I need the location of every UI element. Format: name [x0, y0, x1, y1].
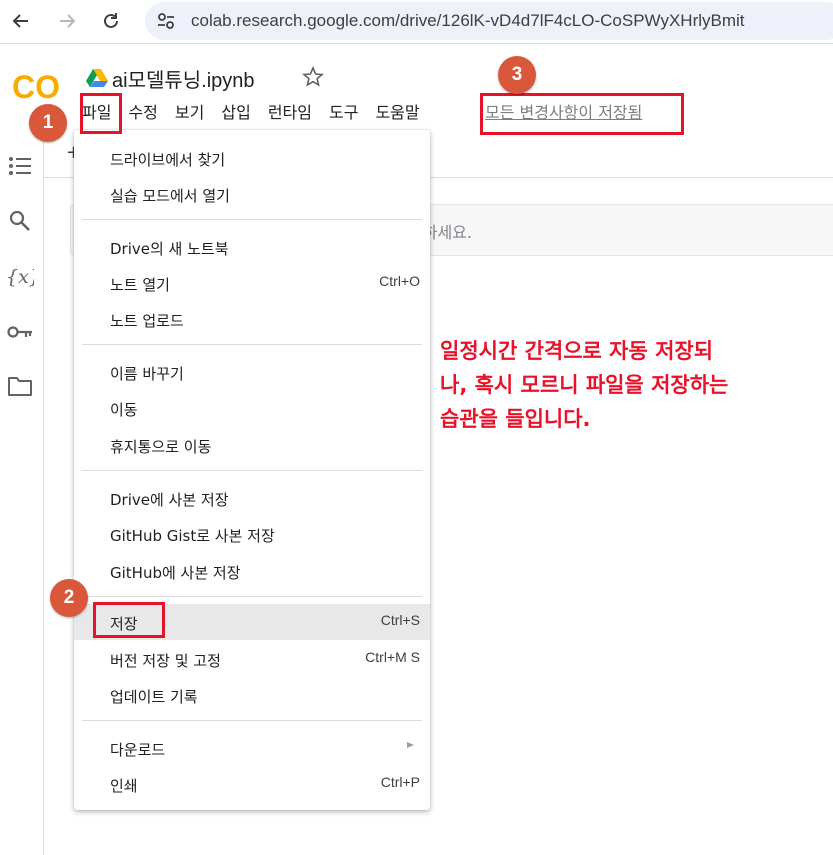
folder-icon[interactable] — [6, 372, 34, 400]
highlight-file-menu — [80, 93, 122, 134]
reload-icon[interactable] — [96, 6, 126, 36]
variables-icon[interactable]: {x} — [6, 262, 34, 290]
menu-item-save-copy-gist[interactable]: GitHub Gist로 사본 저장 — [74, 516, 430, 552]
menu-view[interactable]: 보기 — [173, 100, 206, 126]
menu-tools[interactable]: 도구 — [327, 100, 360, 126]
menu-insert[interactable]: 삽입 — [219, 100, 252, 126]
annotation-line: 나, 혹시 모르니 파일을 저장하는 — [440, 373, 729, 397]
menu-item-move-to-trash[interactable]: 휴지통으로 이동 — [74, 427, 430, 463]
annotation-line: 일정시간 간격으로 자동 저장되 — [440, 339, 714, 363]
svg-text:CO: CO — [12, 70, 60, 104]
menu-divider — [82, 720, 422, 721]
menu-item-rename[interactable]: 이름 바꾸기 — [74, 354, 430, 390]
url-text[interactable]: colab.research.google.com/drive/126lK-vD… — [191, 11, 745, 31]
menu-runtime[interactable]: 런타임 — [266, 100, 314, 126]
step-badge-3: 3 — [498, 56, 536, 94]
highlight-saved-status — [480, 93, 684, 135]
svg-text:{x}: {x} — [6, 266, 34, 288]
file-menu-dropdown: 드라이브에서 찾기 실습 모드에서 열기 Drive의 새 노트북 노트 열기 C… — [74, 130, 430, 810]
submenu-arrow-icon — [407, 742, 414, 748]
menu-item-open-notebook[interactable]: 노트 열기 Ctrl+O — [74, 265, 430, 301]
highlight-save-item — [93, 602, 165, 638]
menubar: 파일 수정 보기 삽입 런타임 도구 도움말 — [80, 100, 435, 126]
menu-item-open-playground[interactable]: 실습 모드에서 열기 — [74, 176, 430, 212]
annotation-line: 습관을 들입니다. — [440, 407, 591, 431]
step-badge-2: 2 — [50, 579, 88, 617]
search-icon[interactable] — [6, 207, 34, 235]
menu-item-download[interactable]: 다운로드 — [74, 730, 430, 766]
menu-item-move[interactable]: 이동 — [74, 390, 430, 426]
menu-item-revision-history[interactable]: 업데이트 기록 — [74, 677, 430, 713]
menu-edit[interactable]: 수정 — [126, 100, 159, 126]
step-badge-1: 1 — [29, 104, 67, 142]
key-icon[interactable] — [6, 318, 34, 346]
menu-item-print[interactable]: 인쇄 Ctrl+P — [74, 766, 430, 802]
forward-icon[interactable] — [52, 6, 82, 36]
left-sidebar: {x} — [0, 140, 44, 855]
menu-item-save-pin-revision[interactable]: 버전 저장 및 고정 Ctrl+M S — [74, 641, 430, 677]
menu-item-find-in-drive[interactable]: 드라이브에서 찾기 — [74, 140, 430, 176]
menu-divider — [82, 344, 422, 345]
menu-item-save-copy-drive[interactable]: Drive에 사본 저장 — [74, 480, 430, 516]
menu-divider — [82, 596, 422, 597]
colab-logo[interactable]: CO — [12, 69, 64, 108]
back-icon[interactable] — [6, 6, 36, 36]
address-bar[interactable]: colab.research.google.com/drive/126lK-vD… — [145, 2, 833, 40]
toc-icon[interactable] — [6, 152, 34, 180]
annotation-note: 일정시간 간격으로 자동 저장되 나, 혹시 모르니 파일을 저장하는 습관을 … — [440, 334, 830, 436]
notebook-title[interactable]: ai모델튜닝.ipynb — [112, 64, 255, 93]
site-info-icon[interactable] — [155, 10, 177, 36]
menu-item-save-copy-github[interactable]: GitHub에 사본 저장 — [74, 553, 430, 589]
menu-divider — [82, 470, 422, 471]
drive-icon[interactable] — [86, 68, 108, 92]
menu-item-new-notebook[interactable]: Drive의 새 노트북 — [74, 229, 430, 265]
menu-divider — [82, 219, 422, 220]
menu-help[interactable]: 도움말 — [373, 100, 421, 126]
star-icon[interactable] — [302, 65, 324, 92]
browser-toolbar: colab.research.google.com/drive/126lK-vD… — [0, 0, 833, 44]
menu-item-upload-notebook[interactable]: 노트 업로드 — [74, 301, 430, 337]
